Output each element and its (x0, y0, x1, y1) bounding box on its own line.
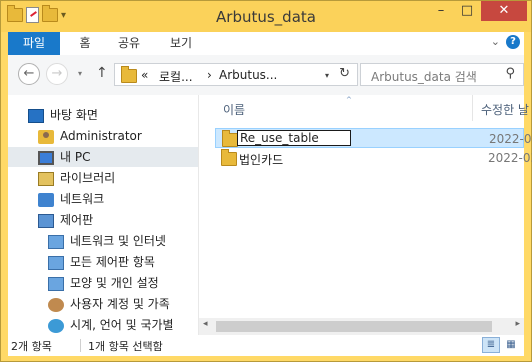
control-panel-icon (38, 213, 54, 228)
content-area: 바탕 화면 Administrator 내 PC 라이브러리 네트워크 제어판 … (8, 95, 532, 335)
sidebar-item-appearance[interactable]: 모양 및 개인 설정 (48, 273, 196, 293)
breadcrumb-overflow[interactable]: « (141, 68, 148, 82)
desktop-icon (28, 108, 44, 123)
sidebar-item-label: 바탕 화면 (50, 108, 98, 122)
sidebar-item-label: 네트워크 (60, 192, 105, 206)
sidebar-item-network-internet[interactable]: 네트워크 및 인터넷 (48, 231, 196, 251)
search-icon[interactable]: ⚲ (505, 66, 515, 81)
sort-indicator-icon: ^ (346, 96, 352, 104)
all-control-panel-icon (48, 255, 64, 270)
ribbon-tabs: 파일 홈 공유 보기 ⌄ ? (8, 32, 524, 56)
breadcrumb-local[interactable]: 로컬... (159, 68, 193, 85)
horizontal-scrollbar[interactable]: ◂ ▸ (199, 318, 524, 335)
explorer-window: ▾ Arbutus_data – □ ✕ 파일 홈 공유 보기 ⌄ ? ← → … (0, 0, 532, 362)
column-name[interactable]: 이름 (223, 101, 245, 118)
item-count: 2개 항목 (11, 340, 52, 353)
sidebar-item-desktop[interactable]: 바탕 화면 (28, 105, 196, 125)
sidebar-item-label: 내 PC (60, 150, 91, 164)
tab-home[interactable]: 홈 (74, 32, 96, 55)
search-input[interactable]: Arbutus_data 검색 (371, 68, 477, 85)
refresh-icon[interactable]: ↻ (339, 66, 350, 81)
address-dropdown-icon[interactable]: ▾ (325, 71, 329, 80)
list-item[interactable]: 법인카드 2022-03 (215, 148, 532, 168)
sidebar-item-all-control-panel[interactable]: 모든 제어판 항목 (48, 252, 196, 272)
sidebar-item-label: 모든 제어판 항목 (70, 255, 155, 269)
sidebar-item-control-panel[interactable]: 제어판 (38, 210, 196, 230)
file-name: 법인카드 (239, 153, 284, 167)
breadcrumb-arbutus[interactable]: Arbutus... (219, 68, 277, 82)
column-divider[interactable] (472, 95, 473, 121)
list-item[interactable]: Re_use_table 2022-03 (215, 128, 532, 148)
pc-icon (38, 150, 54, 165)
sidebar-item-user-accounts[interactable]: 사용자 계정 및 가족 (48, 294, 196, 314)
folder-icon (222, 130, 238, 147)
recent-locations-icon[interactable]: ▾ (78, 69, 82, 78)
search-box[interactable]: Arbutus_data 검색 ⚲ (360, 63, 524, 86)
sidebar-item-label: 모양 및 개인 설정 (70, 276, 159, 290)
sidebar-item-label: Administrator (60, 129, 142, 143)
status-bar: 2개 항목 1개 항목 선택함 ≣ ▦ (8, 335, 524, 356)
file-list: ^ 이름 수정한 날 Re_use_table 2022-03 법인카드 202… (199, 95, 532, 335)
sidebar-item-clock-language[interactable]: 시계, 언어 및 국가별 (48, 315, 196, 335)
title-bar: ▾ Arbutus_data – □ ✕ (1, 1, 531, 32)
maximize-button[interactable]: □ (454, 1, 480, 21)
close-button[interactable]: ✕ (481, 1, 527, 21)
sidebar-item-label: 시계, 언어 및 국가별 (70, 318, 174, 332)
column-date-modified[interactable]: 수정한 날 (481, 101, 529, 118)
sidebar-item-label: 제어판 (60, 213, 94, 227)
details-view-icon[interactable]: ≣ (482, 337, 500, 353)
date-modified: 2022-03 (489, 132, 532, 146)
scrollbar-thumb[interactable] (216, 321, 492, 332)
sidebar-item-libraries[interactable]: 라이브러리 (38, 168, 196, 188)
date-modified: 2022-03 (488, 151, 532, 165)
tab-share[interactable]: 공유 (114, 32, 144, 55)
sidebar-item-label: 사용자 계정 및 가족 (70, 297, 170, 311)
sidebar-item-label: 네트워크 및 인터넷 (70, 234, 166, 248)
back-button[interactable]: ← (18, 63, 40, 85)
network-icon (38, 192, 54, 207)
user-folder-icon (38, 129, 54, 144)
navigation-bar: ← → ▾ ↑ « 로컬... › Arbutus... ▾ ↻ Arbutus… (8, 55, 524, 95)
sidebar-item-network[interactable]: 네트워크 (38, 189, 196, 209)
rename-input[interactable]: Re_use_table (237, 130, 351, 146)
sidebar-item-label: 라이브러리 (60, 171, 116, 185)
sidebar-item-administrator[interactable]: Administrator (38, 126, 196, 146)
appearance-icon (48, 276, 64, 291)
folder-icon (221, 149, 237, 166)
selection-count: 1개 항목 선택함 (88, 340, 163, 353)
status-divider (80, 339, 81, 352)
up-button[interactable]: ↑ (96, 65, 108, 81)
help-icon[interactable]: ? (506, 35, 520, 49)
libraries-icon (38, 171, 54, 186)
scroll-right-icon[interactable]: ▸ (515, 319, 520, 329)
large-icons-view-icon[interactable]: ▦ (502, 337, 520, 353)
network-internet-icon (48, 234, 64, 249)
breadcrumb-separator[interactable]: › (207, 68, 212, 82)
address-bar[interactable]: « 로컬... › Arbutus... ▾ ↻ (114, 63, 358, 86)
user-accounts-icon (48, 297, 64, 312)
sidebar-item-this-pc[interactable]: 내 PC (8, 147, 198, 167)
tab-file[interactable]: 파일 (8, 32, 60, 55)
expand-ribbon-icon[interactable]: ⌄ (491, 35, 500, 48)
minimize-button[interactable]: – (428, 1, 454, 21)
column-headers: ^ 이름 수정한 날 (199, 95, 529, 121)
scroll-left-icon[interactable]: ◂ (203, 319, 208, 329)
folder-icon (121, 66, 137, 83)
clock-language-icon (48, 318, 64, 333)
navigation-pane: 바탕 화면 Administrator 내 PC 라이브러리 네트워크 제어판 … (8, 95, 199, 335)
forward-button[interactable]: → (46, 63, 68, 85)
tab-view[interactable]: 보기 (166, 32, 196, 55)
